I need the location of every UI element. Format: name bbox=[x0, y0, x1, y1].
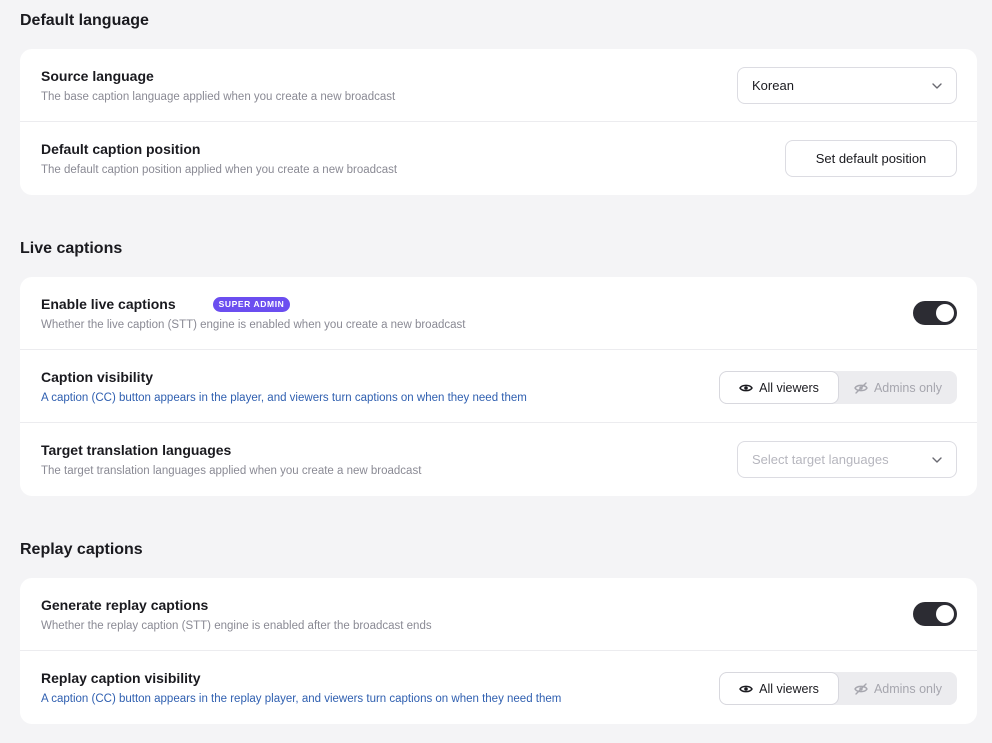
eye-icon bbox=[739, 383, 753, 393]
enable-live-captions-row: Enable live captions SUPER ADMIN Whether… bbox=[20, 277, 977, 350]
generate-replay-captions-title: Generate replay captions bbox=[41, 597, 209, 613]
live-captions-card: Enable live captions SUPER ADMIN Whether… bbox=[20, 277, 977, 496]
section-title-live-captions: Live captions bbox=[20, 240, 123, 257]
all-viewers-option[interactable]: All viewers bbox=[719, 371, 839, 404]
caption-position-row: Default caption position The default cap… bbox=[20, 122, 977, 195]
target-languages-select[interactable]: Select target languages bbox=[737, 441, 957, 478]
chevron-down-icon bbox=[931, 454, 943, 466]
source-language-row: Source language The base caption languag… bbox=[20, 49, 977, 122]
generate-replay-captions-toggle[interactable] bbox=[913, 602, 957, 626]
target-languages-desc: The target translation languages applied… bbox=[41, 465, 422, 477]
set-default-position-button[interactable]: Set default position bbox=[785, 140, 957, 177]
eye-off-icon bbox=[854, 682, 868, 695]
all-viewers-label: All viewers bbox=[759, 681, 819, 696]
replay-visibility-desc: A caption (CC) button appears in the rep… bbox=[41, 693, 562, 705]
source-language-title: Source language bbox=[41, 68, 154, 84]
admins-only-option[interactable]: Admins only bbox=[839, 672, 957, 705]
caption-visibility-row: Caption visibility A caption (CC) button… bbox=[20, 350, 977, 423]
all-viewers-option[interactable]: All viewers bbox=[719, 672, 839, 705]
section-title-replay-captions: Replay captions bbox=[20, 541, 143, 558]
replay-visibility-segmented-control: All viewers Admins only bbox=[719, 672, 957, 705]
source-language-select[interactable]: Korean bbox=[737, 67, 957, 104]
toggle-knob bbox=[936, 304, 954, 322]
target-languages-placeholder: Select target languages bbox=[752, 452, 889, 467]
eye-off-icon bbox=[854, 381, 868, 394]
all-viewers-label: All viewers bbox=[759, 380, 819, 395]
section-title-default-language: Default language bbox=[20, 12, 149, 29]
admins-only-label: Admins only bbox=[873, 380, 943, 395]
target-languages-title: Target translation languages bbox=[41, 442, 232, 458]
source-language-desc: The base caption language applied when y… bbox=[41, 91, 396, 103]
replay-captions-card: Generate replay captions Whether the rep… bbox=[20, 578, 977, 724]
caption-visibility-segmented-control: All viewers Admins only bbox=[719, 371, 957, 404]
caption-position-title: Default caption position bbox=[41, 141, 201, 157]
caption-visibility-desc: A caption (CC) button appears in the pla… bbox=[41, 392, 527, 404]
admins-only-label: Admins only bbox=[873, 681, 943, 696]
eye-icon bbox=[739, 684, 753, 694]
generate-replay-captions-desc: Whether the replay caption (STT) engine … bbox=[41, 620, 432, 632]
chevron-down-icon bbox=[931, 80, 943, 92]
default-language-card: Source language The base caption languag… bbox=[20, 49, 977, 195]
toggle-knob bbox=[936, 605, 954, 623]
enable-live-captions-toggle[interactable] bbox=[913, 301, 957, 325]
replay-visibility-title: Replay caption visibility bbox=[41, 670, 201, 686]
source-language-value: Korean bbox=[752, 78, 794, 93]
enable-live-captions-title: Enable live captions SUPER ADMIN bbox=[41, 296, 291, 312]
super-admin-badge: SUPER ADMIN bbox=[212, 296, 291, 312]
caption-visibility-title: Caption visibility bbox=[41, 369, 154, 385]
admins-only-option[interactable]: Admins only bbox=[839, 371, 957, 404]
target-languages-row: Target translation languages The target … bbox=[20, 423, 977, 496]
caption-position-desc: The default caption position applied whe… bbox=[41, 164, 398, 176]
replay-visibility-row: Replay caption visibility A caption (CC)… bbox=[20, 651, 977, 724]
enable-live-captions-desc: Whether the live caption (STT) engine is… bbox=[41, 319, 466, 331]
generate-replay-captions-row: Generate replay captions Whether the rep… bbox=[20, 578, 977, 651]
